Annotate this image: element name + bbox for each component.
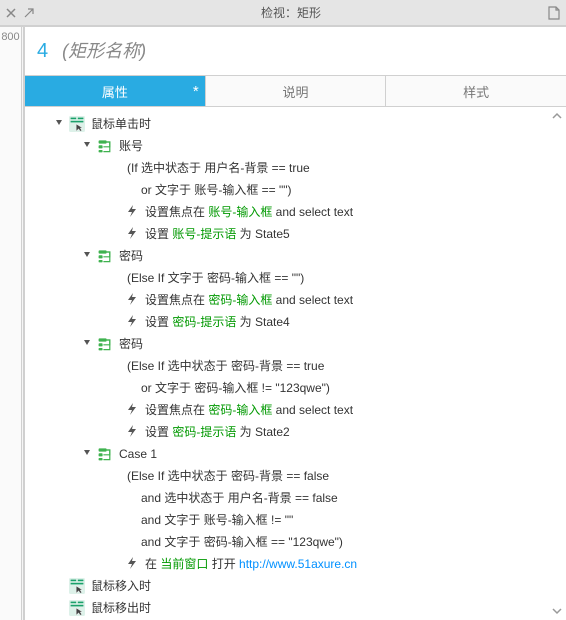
- bolt-icon: [125, 292, 139, 306]
- action-text: 设置 密码-提示语 为 State2: [145, 424, 566, 440]
- tab-bar: 属性*说明样式: [25, 75, 566, 107]
- action-target: 密码-输入框: [208, 403, 272, 417]
- action-target: 账号-输入框: [208, 205, 272, 219]
- action-row[interactable]: 在 当前窗口 打开 http://www.51axure.cn: [25, 553, 566, 575]
- panel-title: 检视：矩形: [34, 4, 548, 21]
- action-text: 设置 密码-提示语 为 State4: [145, 314, 566, 330]
- condition-row: and 文字于 密码-输入框 == "123qwe"): [25, 531, 566, 553]
- event-icon: [69, 578, 85, 594]
- bolt-icon: [125, 204, 139, 218]
- scroll-down-arrow[interactable]: [550, 604, 564, 618]
- chevron-down-icon[interactable]: [53, 116, 65, 128]
- case-row[interactable]: 密码: [25, 333, 566, 355]
- action-row[interactable]: 设置焦点在 密码-输入框 and select text: [25, 399, 566, 421]
- tab-dirty-mark: *: [193, 83, 199, 100]
- action-text: 设置 账号-提示语 为 State5: [145, 226, 566, 242]
- case-row[interactable]: 密码: [25, 245, 566, 267]
- event-label: 鼠标移出时: [91, 600, 566, 616]
- event-icon: [69, 116, 85, 132]
- case-condition: or 文字于 密码-输入框 != "123qwe"): [141, 380, 330, 396]
- action-text: 在 当前窗口 打开 http://www.51axure.cn: [145, 556, 566, 572]
- tab-style[interactable]: 样式: [386, 76, 566, 106]
- case-label: Case 1: [119, 446, 566, 462]
- case-condition: or 文字于 账号-输入框 == ""): [141, 182, 292, 198]
- case-condition: (Else If 选中状态于 密码-背景 == false: [127, 468, 329, 484]
- bolt-icon: [125, 314, 139, 328]
- inspector-panel: 4 (矩形名称) 属性*说明样式 鼠标单击时账号 (If 选中状态于 用户名-背景…: [24, 27, 566, 620]
- action-target: 账号-提示语: [172, 227, 236, 241]
- chevron-down-icon[interactable]: [81, 248, 93, 260]
- condition-row: and 选中状态于 用户名-背景 == false: [25, 487, 566, 509]
- case-row[interactable]: Case 1: [25, 443, 566, 465]
- action-text: 设置焦点在 密码-输入框 and select text: [145, 292, 566, 308]
- action-row[interactable]: 设置焦点在 密码-输入框 and select text: [25, 289, 566, 311]
- case-condition: and 文字于 密码-输入框 == "123qwe"): [141, 534, 343, 550]
- widget-index: 4: [37, 40, 48, 63]
- event-onclick[interactable]: 鼠标单击时: [25, 113, 566, 135]
- action-target: 密码-输入框: [208, 293, 272, 307]
- action-row[interactable]: 设置 账号-提示语 为 State5: [25, 223, 566, 245]
- action-text: 设置焦点在 密码-输入框 and select text: [145, 402, 566, 418]
- widget-name-placeholder[interactable]: (矩形名称): [62, 37, 146, 63]
- chevron-down-icon[interactable]: [81, 138, 93, 150]
- case-condition: and 选中状态于 用户名-背景 == false: [141, 490, 338, 506]
- case-row[interactable]: 账号: [25, 135, 566, 157]
- case-label: 账号: [119, 138, 566, 154]
- action-row[interactable]: 设置焦点在 账号-输入框 and select text: [25, 201, 566, 223]
- event-mouseout[interactable]: 鼠标移出时: [25, 597, 566, 619]
- ruler-label: 800: [0, 27, 22, 620]
- bolt-icon: [125, 556, 139, 570]
- condition-row: or 文字于 账号-输入框 == ""): [25, 179, 566, 201]
- new-page-icon[interactable]: [548, 6, 560, 20]
- case-label: 密码: [119, 336, 566, 352]
- case-icon: [97, 138, 113, 154]
- action-row[interactable]: 设置 密码-提示语 为 State4: [25, 311, 566, 333]
- action-row[interactable]: 设置 密码-提示语 为 State2: [25, 421, 566, 443]
- expand-arrow-icon[interactable]: [24, 8, 34, 18]
- case-condition: (Else If 选中状态于 密码-背景 == true: [127, 358, 324, 374]
- scroll-up-arrow[interactable]: [550, 109, 564, 123]
- event-label: 鼠标移入时: [91, 578, 566, 594]
- chevron-down-icon[interactable]: [81, 446, 93, 458]
- condition-row: (Else If 选中状态于 密码-背景 == true: [25, 355, 566, 377]
- panel-titlebar: 检视：矩形: [0, 0, 566, 26]
- action-target: 密码-提示语: [172, 425, 236, 439]
- condition-row: and 文字于 账号-输入框 != "": [25, 509, 566, 531]
- tab-notes[interactable]: 说明: [206, 76, 387, 106]
- condition-row: or 文字于 密码-输入框 != "123qwe"): [25, 377, 566, 399]
- condition-row: (If 选中状态于 用户名-背景 == true: [25, 157, 566, 179]
- chevron-down-icon[interactable]: [81, 336, 93, 348]
- event-label: 鼠标单击时: [91, 116, 566, 132]
- bolt-icon: [125, 402, 139, 416]
- event-icon: [69, 600, 85, 616]
- condition-row: (Else If 选中状态于 密码-背景 == false: [25, 465, 566, 487]
- event-mousein[interactable]: 鼠标移入时: [25, 575, 566, 597]
- case-icon: [97, 336, 113, 352]
- bolt-icon: [125, 226, 139, 240]
- action-target: 密码-提示语: [172, 315, 236, 329]
- condition-row: (Else If 文字于 密码-输入框 == ""): [25, 267, 566, 289]
- tab-properties[interactable]: 属性*: [25, 76, 206, 106]
- close-icon[interactable]: [6, 8, 16, 18]
- case-condition: (Else If 文字于 密码-输入框 == ""): [127, 270, 304, 286]
- case-condition: and 文字于 账号-输入框 != "": [141, 512, 293, 528]
- interactions-tree: 鼠标单击时账号 (If 选中状态于 用户名-背景 == true or 文字于 账号…: [25, 107, 566, 620]
- action-text: 设置焦点在 账号-输入框 and select text: [145, 204, 566, 220]
- bolt-icon: [125, 424, 139, 438]
- case-condition: (If 选中状态于 用户名-背景 == true: [127, 160, 310, 176]
- action-target: 当前窗口: [160, 557, 208, 571]
- action-url[interactable]: http://www.51axure.cn: [239, 557, 357, 571]
- header: 4 (矩形名称): [25, 27, 566, 75]
- case-icon: [97, 446, 113, 462]
- case-icon: [97, 248, 113, 264]
- case-label: 密码: [119, 248, 566, 264]
